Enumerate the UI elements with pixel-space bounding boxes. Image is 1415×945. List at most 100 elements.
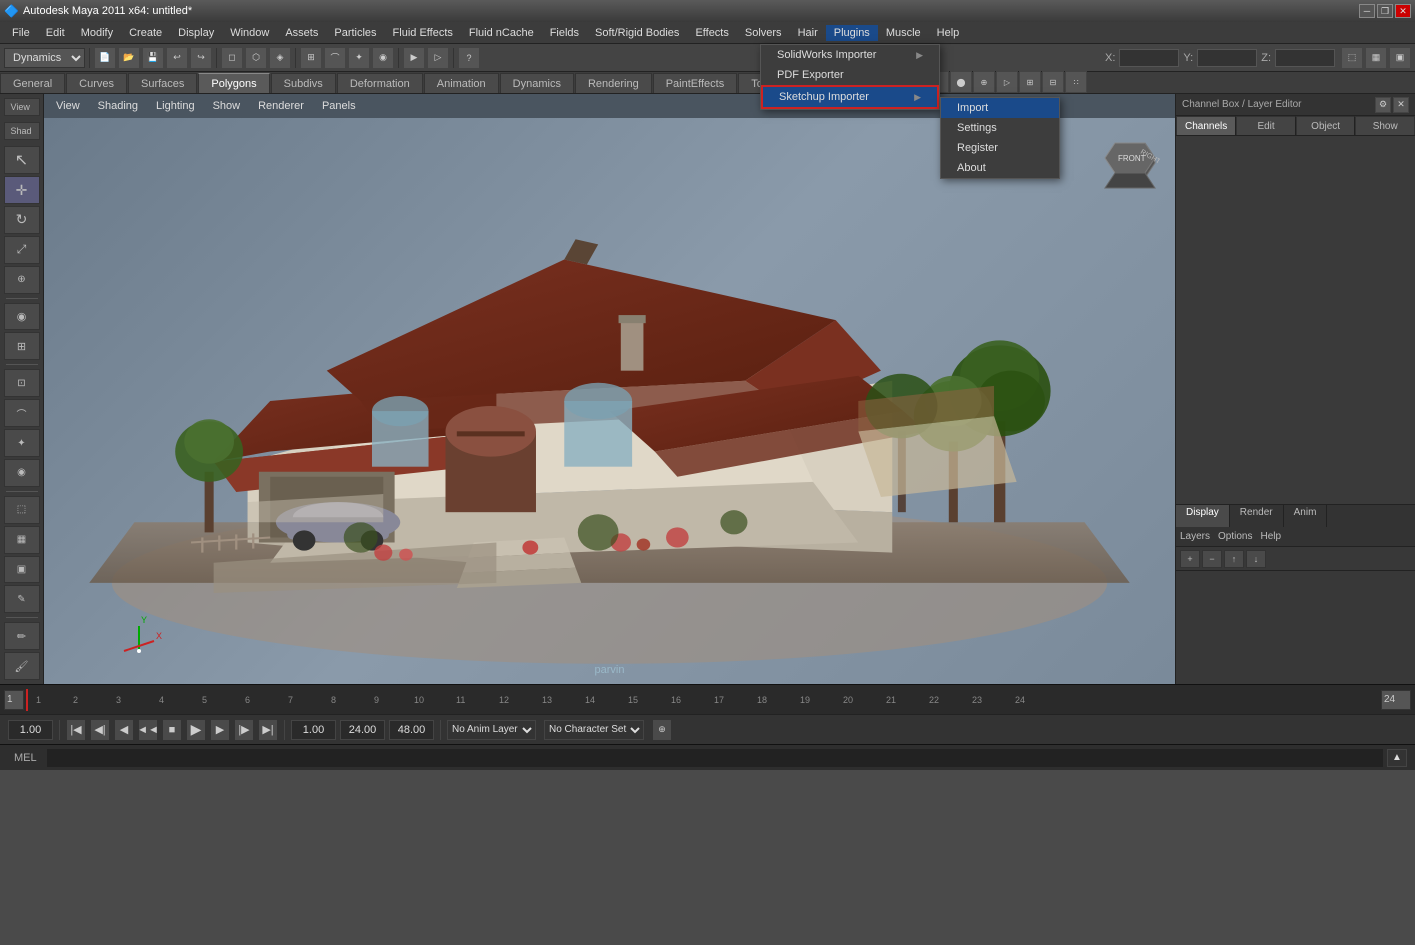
- undo-button[interactable]: ↩: [166, 47, 188, 69]
- rpanel-close-btn[interactable]: ✕: [1393, 97, 1409, 113]
- current-frame-input[interactable]: [8, 720, 53, 740]
- layer-move-down-btn[interactable]: ↓: [1246, 550, 1266, 568]
- brush-button[interactable]: 🖌: [4, 652, 40, 680]
- about-item[interactable]: About: [941, 158, 1059, 178]
- prev-key-button[interactable]: ◀|: [90, 719, 110, 741]
- snap-view-button[interactable]: ◉: [372, 47, 394, 69]
- layer-new-btn[interactable]: +: [1180, 550, 1200, 568]
- snap-curve-left[interactable]: ⌒: [4, 399, 40, 427]
- vp-renderer-menu[interactable]: Renderer: [250, 98, 312, 114]
- shading-menu-vertical[interactable]: Shad: [4, 122, 40, 140]
- soft-select-button[interactable]: ◉: [4, 303, 40, 331]
- viewport[interactable]: View Shading Lighting Show Renderer Pane…: [44, 94, 1175, 684]
- register-item[interactable]: Register: [941, 138, 1059, 158]
- open-file-button[interactable]: 📂: [118, 47, 140, 69]
- layer-move-up-btn[interactable]: ↑: [1224, 550, 1244, 568]
- snap-grid-button[interactable]: ⊞: [300, 47, 322, 69]
- layer-btn-3[interactable]: ▣: [4, 556, 40, 584]
- tab-painteffects[interactable]: PaintEffects: [653, 73, 738, 93]
- polygon-tool-5[interactable]: ⬤: [950, 71, 972, 93]
- tab-subdivs[interactable]: Subdivs: [271, 73, 336, 93]
- rpanel-edit-tab[interactable]: Edit: [1236, 116, 1296, 135]
- polygon-tool-9[interactable]: ⊟: [1042, 71, 1064, 93]
- redo-button[interactable]: ↪: [190, 47, 212, 69]
- layout-btn-3[interactable]: ▣: [1389, 47, 1411, 69]
- vp-show-menu[interactable]: Show: [205, 98, 249, 114]
- select-button[interactable]: ◻: [221, 47, 243, 69]
- menu-muscle[interactable]: Muscle: [878, 25, 929, 41]
- menu-fluid-effects[interactable]: Fluid Effects: [385, 25, 461, 41]
- layer-btn-4[interactable]: ✎: [4, 585, 40, 613]
- pdf-exporter-item[interactable]: PDF Exporter: [761, 65, 939, 85]
- skip-back-button[interactable]: |◀: [66, 719, 86, 741]
- command-input[interactable]: [47, 749, 1383, 767]
- layer-btn-1[interactable]: ⬚: [4, 496, 40, 524]
- layout-btn-2[interactable]: ▦: [1365, 47, 1387, 69]
- layer-btn-2[interactable]: ▦: [4, 526, 40, 554]
- sketchup-importer-item[interactable]: Sketchup Importer ▶: [761, 85, 939, 109]
- help-button[interactable]: ?: [458, 47, 480, 69]
- next-frame-button[interactable]: ▶: [210, 719, 230, 741]
- next-key-button[interactable]: |▶: [234, 719, 254, 741]
- menu-window[interactable]: Window: [222, 25, 277, 41]
- paint-select-button[interactable]: ◈: [269, 47, 291, 69]
- timeline-start-input[interactable]: [4, 690, 24, 710]
- x-coord-input[interactable]: [1119, 49, 1179, 67]
- prev-frame-button[interactable]: ◀: [114, 719, 134, 741]
- play-button[interactable]: ▶: [186, 719, 206, 741]
- rpanel-show-tab[interactable]: Show: [1355, 116, 1415, 135]
- workspace-dropdown[interactable]: Dynamics Animation Modeling Rendering: [4, 48, 85, 68]
- ipr-button[interactable]: ▷: [427, 47, 449, 69]
- menu-help[interactable]: Help: [929, 25, 968, 41]
- menu-fields[interactable]: Fields: [542, 25, 587, 41]
- tab-general[interactable]: General: [0, 73, 65, 93]
- tab-animation[interactable]: Animation: [424, 73, 499, 93]
- z-coord-input[interactable]: [1275, 49, 1335, 67]
- show-manip-button[interactable]: ⊞: [4, 332, 40, 360]
- timeline-ruler[interactable]: 1 2 3 4 5 6 7 8 9 10 11 12 13 14 15 16 1…: [26, 689, 1379, 711]
- rpanel-settings-btn[interactable]: ⚙: [1375, 97, 1391, 113]
- save-file-button[interactable]: 💾: [142, 47, 164, 69]
- cmd-history-btn[interactable]: ▲: [1387, 749, 1407, 767]
- view-menu-vertical[interactable]: View: [4, 98, 40, 116]
- polygon-tool-7[interactable]: ▷: [996, 71, 1018, 93]
- vp-shading-menu[interactable]: Shading: [90, 98, 146, 114]
- settings-item[interactable]: Settings: [941, 118, 1059, 138]
- menu-create[interactable]: Create: [121, 25, 170, 41]
- snap-point-left[interactable]: ✦: [4, 429, 40, 457]
- menu-plugins[interactable]: Plugins: [826, 25, 878, 41]
- reverse-play-button[interactable]: ◄◄: [138, 719, 158, 741]
- character-set-dropdown[interactable]: No Character Set: [544, 720, 644, 740]
- restore-button[interactable]: ❐: [1377, 4, 1393, 18]
- tab-dynamics[interactable]: Dynamics: [500, 73, 574, 93]
- polygon-tool-6[interactable]: ⊕: [973, 71, 995, 93]
- menu-assets[interactable]: Assets: [277, 25, 326, 41]
- range-start-input[interactable]: [291, 720, 336, 740]
- lasso-button[interactable]: ⬡: [245, 47, 267, 69]
- solidworks-importer-item[interactable]: SolidWorks Importer ▶: [761, 45, 939, 65]
- vp-view-menu[interactable]: View: [48, 98, 88, 114]
- snap-curve-button[interactable]: ⌒: [324, 47, 346, 69]
- tab-polygons[interactable]: Polygons: [198, 73, 269, 93]
- close-button[interactable]: ✕: [1395, 4, 1411, 18]
- universal-manip-button[interactable]: ⊕: [4, 266, 40, 294]
- keyframe-btn[interactable]: ⊕: [652, 719, 672, 741]
- anim-layer-dropdown[interactable]: No Anim Layer: [447, 720, 536, 740]
- rpanel-object-tab[interactable]: Object: [1296, 116, 1356, 135]
- stop-button[interactable]: ■: [162, 719, 182, 741]
- tab-curves[interactable]: Curves: [66, 73, 127, 93]
- rpanel-anim-tab[interactable]: Anim: [1284, 505, 1328, 527]
- polygon-tool-10[interactable]: ∷: [1065, 71, 1087, 93]
- snap-view-left[interactable]: ◉: [4, 459, 40, 487]
- rpanel-display-tab[interactable]: Display: [1176, 505, 1230, 527]
- snap-point-button[interactable]: ✦: [348, 47, 370, 69]
- new-file-button[interactable]: 📄: [94, 47, 116, 69]
- skip-forward-button[interactable]: ▶|: [258, 719, 278, 741]
- polygon-tool-8[interactable]: ⊞: [1019, 71, 1041, 93]
- menu-fluid-ncache[interactable]: Fluid nCache: [461, 25, 542, 41]
- vp-lighting-menu[interactable]: Lighting: [148, 98, 203, 114]
- render-button[interactable]: ▶: [403, 47, 425, 69]
- snap-grid-left[interactable]: ⊡: [4, 369, 40, 397]
- tab-rendering[interactable]: Rendering: [575, 73, 652, 93]
- rotate-tool-button[interactable]: ↻: [4, 206, 40, 234]
